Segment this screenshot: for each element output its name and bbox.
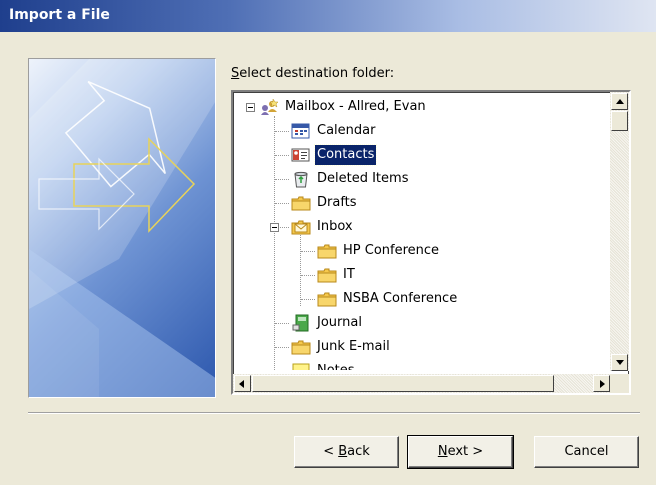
tree-node-label: Inbox (317, 219, 353, 234)
tree-node-label: Drafts (317, 195, 357, 210)
folder-icon (317, 242, 337, 260)
tree-node-hp-conference[interactable]: HP Conference (317, 240, 441, 262)
cancel-button[interactable]: Cancel (534, 436, 639, 468)
tree-node-label: Journal (317, 315, 362, 330)
folder-tree-viewport: Mailbox - Allred, Evan Calendar Contacts… (235, 94, 605, 370)
tree-node-it[interactable]: IT (317, 264, 357, 286)
tree-node-mailbox[interactable]: Mailbox - Allred, Evan (259, 96, 428, 118)
tree-node-label: IT (343, 267, 355, 282)
select-destination-label: Select destination folder: (231, 66, 395, 81)
tree-node-drafts[interactable]: Drafts (291, 192, 359, 214)
button-separator (28, 412, 640, 414)
scroll-right-button[interactable] (593, 375, 610, 392)
contacts-icon (291, 146, 311, 164)
tree-node-label: Deleted Items (317, 171, 409, 186)
tree-node-label: Mailbox - Allred, Evan (285, 99, 426, 114)
journal-icon (291, 314, 311, 332)
tree-node-junk-email[interactable]: Junk E-mail (291, 336, 392, 358)
scroll-left-button[interactable] (234, 375, 251, 392)
horizontal-scrollbar[interactable] (233, 374, 610, 393)
back-button[interactable]: < Back (294, 436, 399, 468)
folder-tree[interactable]: Mailbox - Allred, Evan Calendar Contacts… (231, 90, 631, 395)
tree-node-deleted-items[interactable]: Deleted Items (291, 168, 410, 190)
tree-node-label: NSBA Conference (343, 291, 458, 306)
tree-node-inbox[interactable]: Inbox (291, 216, 355, 238)
tree-node-label: HP Conference (343, 243, 440, 258)
folder-icon (291, 194, 311, 212)
inbox-icon (291, 218, 311, 236)
calendar-icon (291, 122, 311, 140)
notes-icon (291, 362, 311, 370)
collapse-mailbox-toggle[interactable] (246, 103, 255, 112)
arrow-graphic-icon (29, 59, 215, 397)
scroll-up-button[interactable] (611, 93, 628, 110)
wizard-banner-image (28, 58, 216, 398)
vertical-scroll-thumb[interactable] (611, 111, 628, 131)
tree-node-notes[interactable]: Notes (291, 360, 357, 370)
tree-node-contacts[interactable]: Contacts (291, 144, 378, 166)
tree-node-nsba-conference[interactable]: NSBA Conference (317, 288, 459, 310)
tree-node-journal[interactable]: Journal (291, 312, 364, 334)
mailbox-icon (259, 98, 279, 116)
folder-icon (317, 290, 337, 308)
tree-node-label: Calendar (317, 123, 376, 138)
tree-node-calendar[interactable]: Calendar (291, 120, 377, 142)
tree-node-label: Notes (315, 361, 357, 370)
tree-node-label: Junk E-mail (317, 339, 390, 354)
scroll-down-button[interactable] (611, 354, 628, 371)
collapse-inbox-toggle[interactable] (270, 223, 279, 232)
title-bar[interactable]: Import a File (0, 0, 656, 32)
deleted-items-icon (291, 170, 311, 188)
folder-icon (291, 338, 311, 356)
vertical-scrollbar[interactable] (610, 92, 629, 371)
horizontal-scroll-thumb[interactable] (252, 375, 554, 392)
next-button[interactable]: Next > (407, 435, 514, 469)
scroll-corner (610, 374, 629, 393)
tree-node-label: Contacts (313, 144, 378, 166)
folder-icon (317, 266, 337, 284)
window-title: Import a File (9, 7, 110, 23)
